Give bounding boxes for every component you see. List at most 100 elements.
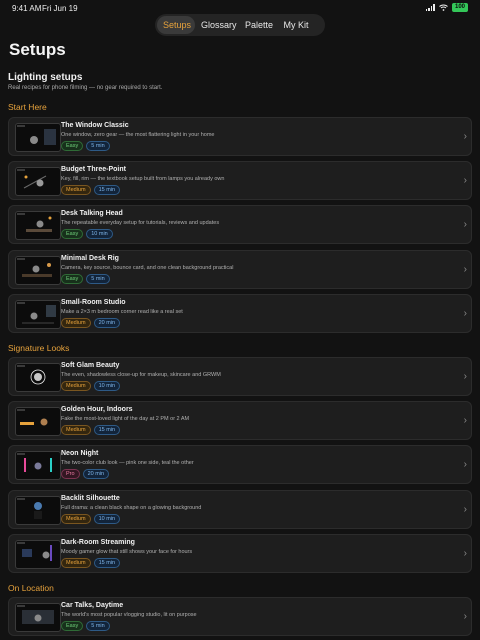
- setup-description: The two-color club look — pink one side,…: [61, 460, 194, 467]
- setup-thumbnail: [15, 255, 61, 285]
- setup-badges: Pro 20 min: [61, 469, 110, 480]
- chevron-right-icon: ›: [463, 547, 467, 559]
- chevron-right-icon: ›: [463, 611, 467, 622]
- setup-badges: Medium 10 min: [61, 513, 121, 524]
- chevron-right-icon: ›: [463, 219, 467, 231]
- section-header: Signature Looks: [8, 343, 70, 353]
- setup-thumbnail: [15, 123, 61, 152]
- setup-card[interactable]: Budget Three-Point Key, fill, rim — the t…: [8, 161, 472, 201]
- difficulty-badge: Medium: [61, 513, 91, 524]
- chevron-right-icon: ›: [463, 175, 467, 187]
- chevron-right-icon: ›: [463, 263, 467, 275]
- setup-thumbnail: [15, 211, 61, 241]
- page-subtitle: Lighting setups: [8, 72, 83, 83]
- duration-badge: 20 min: [82, 469, 110, 480]
- setup-title: Desk Talking Head: [61, 210, 123, 218]
- setup-badges: Medium 15 min: [61, 557, 121, 568]
- setup-description: Make a 2×3 m bedroom corner read like a …: [61, 308, 183, 315]
- tab-setups[interactable]: Setups: [157, 16, 195, 34]
- wifi-icon: [439, 4, 448, 11]
- setup-badges: Easy 5 min: [61, 273, 110, 284]
- setup-title: Dark-Room Streaming: [61, 538, 135, 546]
- setup-thumbnail: [15, 363, 61, 392]
- difficulty-badge: Easy: [61, 141, 84, 151]
- difficulty-badge: Pro: [61, 469, 80, 480]
- setup-description: Fake the most-loved light of the day at …: [61, 416, 190, 423]
- difficulty-badge: Medium: [61, 185, 91, 196]
- section-header: Start Here: [8, 102, 47, 112]
- difficulty-badge: Medium: [61, 317, 91, 328]
- setup-description: The world's most popular vlogging studio…: [61, 612, 197, 618]
- setup-badges: Medium 10 min: [61, 381, 121, 391]
- duration-badge: 10 min: [93, 513, 121, 524]
- setup-card[interactable]: Minimal Desk Rig Camera, key source, boun…: [8, 249, 472, 289]
- duration-badge: 20 min: [93, 317, 121, 328]
- status-indicators: 100: [425, 3, 468, 12]
- setup-title: Minimal Desk Rig: [61, 254, 119, 262]
- setup-card[interactable]: Backlit Silhouette Full drama: a clean bl…: [8, 489, 472, 529]
- section-header: On Location: [8, 583, 54, 593]
- duration-badge: 10 min: [93, 381, 121, 391]
- duration-badge: 15 min: [93, 185, 121, 196]
- setup-badges: Easy 5 min: [61, 621, 110, 631]
- tab-palette[interactable]: Palette: [239, 16, 277, 34]
- chevron-right-icon: ›: [463, 459, 467, 471]
- difficulty-badge: Medium: [61, 557, 91, 568]
- cellular-signal-icon: [425, 4, 435, 11]
- setup-description: Full drama: a clean black shape on a glo…: [61, 504, 202, 511]
- chevron-right-icon: ›: [463, 371, 467, 382]
- setup-card[interactable]: Desk Talking Head The repeatable everyday…: [8, 205, 472, 245]
- setup-badges: Medium 15 min: [61, 425, 121, 436]
- page-title: Setups: [9, 40, 66, 59]
- setup-thumbnail: [15, 603, 61, 632]
- setup-title: Neon Night: [61, 450, 99, 458]
- difficulty-badge: Easy: [61, 229, 84, 240]
- duration-badge: 5 min: [86, 141, 110, 151]
- duration-badge: 5 min: [86, 273, 110, 284]
- setup-card[interactable]: Neon Night The two-color club look — pink…: [8, 445, 472, 485]
- tab-my-kit[interactable]: My Kit: [277, 16, 315, 34]
- setup-title: Golden Hour, Indoors: [61, 406, 133, 414]
- setup-card[interactable]: Soft Glam Beauty The even, shadowless clo…: [8, 357, 472, 396]
- setup-description: The even, shadowless close-up for makeup…: [61, 372, 221, 378]
- chevron-right-icon: ›: [463, 415, 467, 427]
- difficulty-badge: Easy: [61, 273, 84, 284]
- battery-icon: 100: [451, 3, 468, 12]
- setup-title: Small-Room Studio: [61, 298, 126, 306]
- chevron-right-icon: ›: [463, 503, 467, 515]
- chevron-right-icon: ›: [463, 307, 467, 319]
- setup-title: Budget Three-Point: [61, 166, 126, 174]
- tab-glossary[interactable]: Glossary: [195, 16, 239, 34]
- setup-badges: Easy 10 min: [61, 229, 113, 240]
- setup-badges: Easy 5 min: [61, 141, 110, 151]
- page-tagline: Real recipes for phone filming — no gear…: [8, 85, 163, 91]
- setup-card[interactable]: Car Talks, Daytime The world's most popul…: [8, 597, 472, 636]
- status-date: Fri Jun 19: [42, 4, 78, 13]
- setup-description: Camera, key source, bounce card, and one…: [61, 264, 234, 271]
- setup-badges: Medium 20 min: [61, 317, 121, 328]
- setup-description: The repeatable everyday setup for tutori…: [61, 220, 220, 227]
- setup-thumbnail: [15, 407, 61, 437]
- setup-title: Backlit Silhouette: [61, 494, 120, 502]
- status-time: 9:41 AM: [12, 4, 42, 13]
- setup-card[interactable]: Golden Hour, Indoors Fake the most-loved …: [8, 401, 472, 441]
- setup-card[interactable]: Dark-Room Streaming Moody gamer glow that…: [8, 533, 472, 573]
- setup-title: Car Talks, Daytime: [61, 602, 124, 609]
- setup-thumbnail: [15, 299, 61, 329]
- duration-badge: 10 min: [86, 229, 113, 240]
- setup-card[interactable]: Small-Room Studio Make a 2×3 m bedroom co…: [8, 293, 472, 333]
- duration-badge: 15 min: [93, 557, 121, 568]
- setup-thumbnail: [15, 451, 61, 481]
- difficulty-badge: Medium: [61, 381, 91, 391]
- setup-card[interactable]: The Window Classic One window, zero gear …: [8, 117, 472, 156]
- setup-thumbnail: [15, 495, 61, 525]
- setup-description: One window, zero gear — the most flatter…: [61, 132, 215, 138]
- setup-title: Soft Glam Beauty: [61, 362, 120, 369]
- setup-description: Moody gamer glow that still shows your f…: [61, 548, 193, 555]
- difficulty-badge: Medium: [61, 425, 91, 436]
- setup-title: The Window Classic: [61, 122, 129, 129]
- setup-badges: Medium 15 min: [61, 185, 121, 196]
- difficulty-badge: Easy: [61, 621, 84, 631]
- tab-bar: Setups Glossary Palette My Kit: [155, 14, 325, 36]
- setup-description: Key, fill, rim — the textbook setup buil…: [61, 176, 225, 183]
